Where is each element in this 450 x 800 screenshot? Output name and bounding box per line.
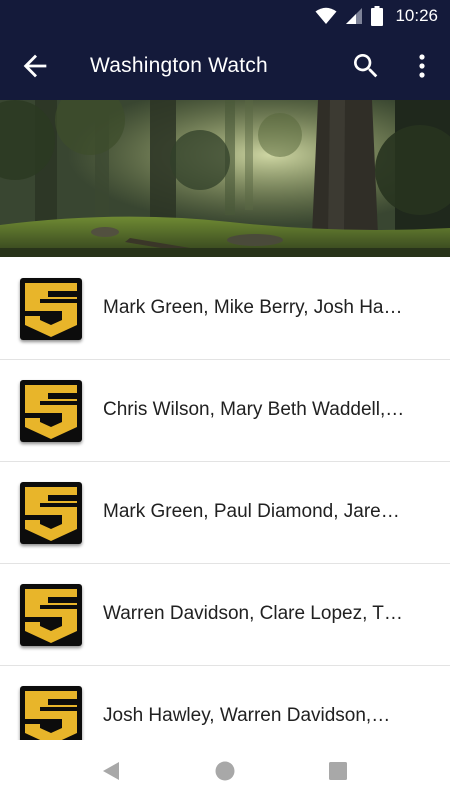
system-recents-button[interactable] (327, 760, 349, 782)
list-item-title: Warren Davidson, Clare Lopez, T… (103, 603, 403, 624)
more-vert-icon (419, 54, 425, 78)
podcast-logo-icon (20, 584, 82, 646)
nav-home-icon (215, 761, 235, 781)
cell-signal-icon (346, 8, 363, 24)
system-nav-bar (0, 740, 450, 800)
list-item[interactable]: Josh Hawley, Warren Davidson,… (0, 665, 450, 740)
system-home-button[interactable] (214, 760, 236, 782)
list-item-title: Josh Hawley, Warren Davidson,… (103, 705, 391, 726)
app-bar: Washington Watch (0, 32, 450, 100)
podcast-logo-icon (20, 278, 82, 340)
system-back-button[interactable] (100, 760, 122, 782)
hero-banner (0, 100, 450, 257)
search-button[interactable] (350, 50, 382, 82)
list-item-title: Mark Green, Paul Diamond, Jare… (103, 501, 400, 522)
list-item[interactable]: Chris Wilson, Mary Beth Waddell,… (0, 359, 450, 462)
search-icon (354, 54, 378, 78)
podcast-logo-icon (20, 686, 82, 740)
list-item-title: Mark Green, Mike Berry, Josh Ha… (103, 297, 403, 318)
list-item[interactable]: Mark Green, Paul Diamond, Jare… (0, 461, 450, 564)
nav-recents-icon (329, 762, 347, 780)
status-icons: 10:26 (315, 0, 438, 32)
back-button[interactable] (18, 49, 52, 83)
more-options-button[interactable] (410, 50, 434, 82)
podcast-logo-icon (20, 482, 82, 544)
wifi-icon (315, 7, 337, 24)
episode-list: Mark Green, Mike Berry, Josh Ha… Chris W… (0, 257, 450, 740)
list-item[interactable]: Warren Davidson, Clare Lopez, T… (0, 563, 450, 666)
arrow-back-icon (23, 54, 47, 78)
forest-banner-image (0, 100, 450, 257)
podcast-logo-icon (20, 380, 82, 442)
page-title: Washington Watch (90, 54, 268, 77)
status-time: 10:26 (395, 6, 438, 25)
battery-icon (371, 6, 384, 26)
list-item[interactable]: Mark Green, Mike Berry, Josh Ha… (0, 257, 450, 360)
status-bar: 10:26 (0, 0, 450, 32)
list-item-title: Chris Wilson, Mary Beth Waddell,… (103, 399, 405, 420)
nav-back-icon (103, 762, 119, 780)
